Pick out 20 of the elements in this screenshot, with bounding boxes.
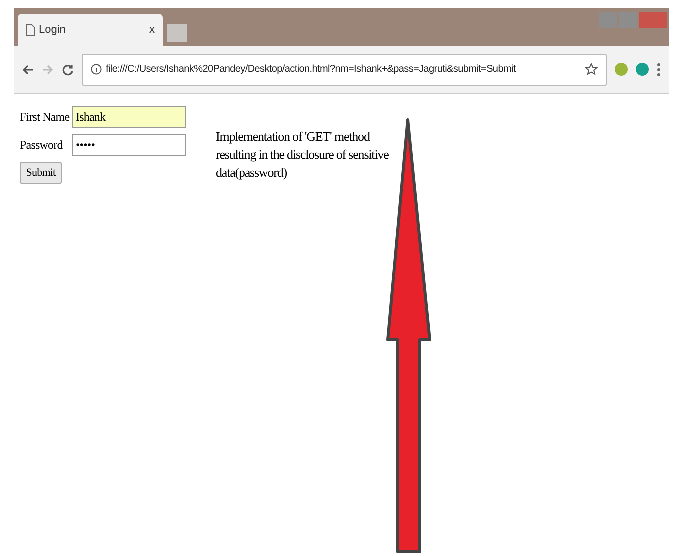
- url-text: file:///C:/Users/Ishank%20Pandey/Desktop/action.html?nm=Ishank+&pass=Jagruti&submit=Submit: [106, 63, 516, 77]
- input-field[interactable]: •••••: [72, 134, 186, 156]
- field-label: First Name: [20, 109, 71, 126]
- extension-icon[interactable]: [636, 63, 649, 76]
- tab-title: Login: [39, 22, 66, 38]
- back-icon[interactable]: [22, 64, 34, 76]
- info-icon: [91, 64, 102, 75]
- input-field[interactable]: Ishank: [72, 106, 186, 128]
- star-icon[interactable]: [585, 63, 598, 76]
- close-tab-button[interactable]: x: [150, 22, 155, 38]
- note-text: Implementation of 'GET' method resulting in the disclosure of sensitive data(password): [216, 128, 390, 182]
- extension-icon[interactable]: [615, 63, 628, 76]
- submit-button[interactable]: Submit: [20, 162, 62, 184]
- field-label: Password: [20, 137, 64, 154]
- page-icon: [26, 24, 35, 36]
- browser-tab[interactable]: Login x: [18, 14, 163, 46]
- address-bar[interactable]: file:///C:/Users/Ishank%20Pandey/Desktop/action.html?nm=Ishank+&pass=Jagruti&submit=Submit: [82, 54, 607, 86]
- menu-icon[interactable]: [657, 62, 661, 76]
- forward-icon[interactable]: [42, 64, 54, 76]
- reload-icon[interactable]: [62, 64, 74, 76]
